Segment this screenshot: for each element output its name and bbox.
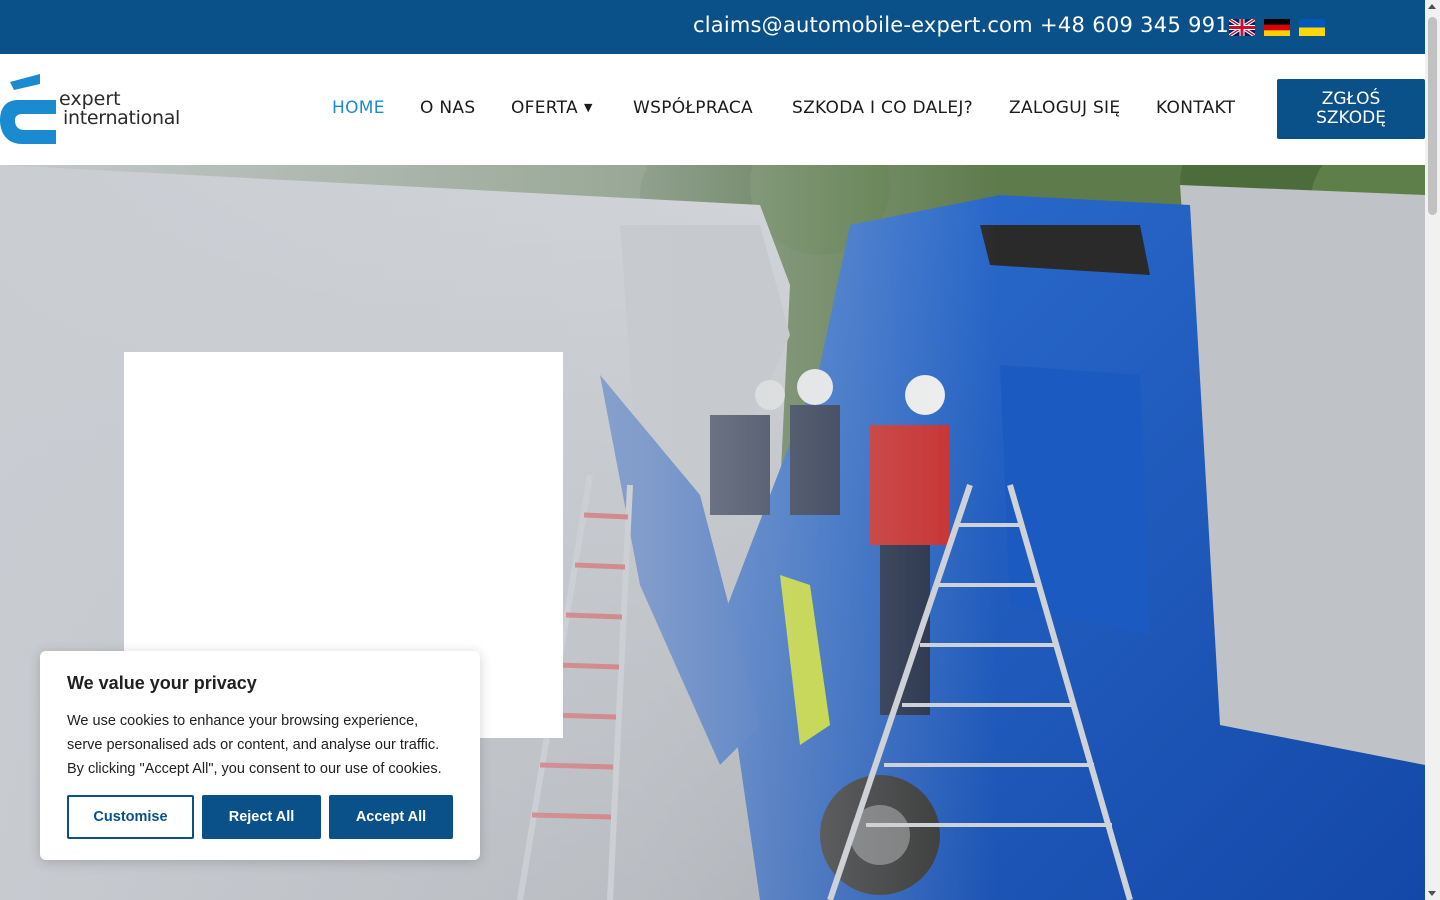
report-claim-line2: SZKODĘ	[1316, 108, 1386, 128]
flag-de-icon[interactable]	[1264, 19, 1290, 36]
nav-zaloguj-sie[interactable]: ZALOGUJ SIĘ	[1009, 98, 1120, 118]
site-header: expert international HOME O NAS OFERTA ▼ …	[0, 54, 1425, 165]
cookie-title: We value your privacy	[67, 673, 257, 693]
logo-text-international: international	[63, 107, 181, 129]
scroll-up-arrow-icon[interactable]	[1428, 4, 1436, 9]
nav-oferta[interactable]: OFERTA ▼	[511, 98, 593, 118]
flag-uk-icon[interactable]	[1229, 19, 1255, 36]
report-claim-line1: ZGŁOŚ	[1321, 89, 1381, 109]
nav-oferta-label: OFERTA	[511, 98, 578, 118]
scrollbar-thumb[interactable]	[1428, 17, 1437, 215]
chevron-down-icon: ▼	[583, 101, 593, 114]
cookie-consent-banner: We value your privacy We use cookies to …	[40, 651, 480, 860]
nav-home[interactable]: HOME	[332, 98, 385, 118]
nav-kontakt[interactable]: KONTAKT	[1156, 98, 1235, 118]
cookie-reject-all-button[interactable]: Reject All	[202, 795, 321, 839]
scroll-down-arrow-icon[interactable]	[1428, 891, 1436, 896]
top-contact-bar: claims@automobile-expert.com +48 609 345…	[0, 0, 1425, 54]
nav-wspolpraca[interactable]: WSPÓŁPRACA	[633, 98, 753, 118]
nav-szkoda-i-co-dalej[interactable]: SZKODA I CO DALEJ?	[792, 98, 973, 118]
site-logo[interactable]: expert international	[0, 74, 180, 146]
flag-ua-icon[interactable]	[1299, 19, 1325, 36]
report-claim-button[interactable]: ZGŁOŚ SZKODĘ	[1277, 79, 1425, 139]
contact-phone-link[interactable]: +48 609 345 991	[1040, 13, 1229, 37]
logo-mark-icon	[0, 74, 56, 144]
cookie-accept-all-button[interactable]: Accept All	[329, 795, 453, 839]
cookie-customise-button[interactable]: Customise	[67, 795, 194, 839]
nav-o-nas[interactable]: O NAS	[420, 98, 475, 118]
contact-email-link[interactable]: claims@automobile-expert.com	[693, 13, 1033, 37]
page-scrollbar[interactable]	[1425, 0, 1440, 900]
cookie-description: We use cookies to enhance your browsing …	[67, 713, 442, 777]
